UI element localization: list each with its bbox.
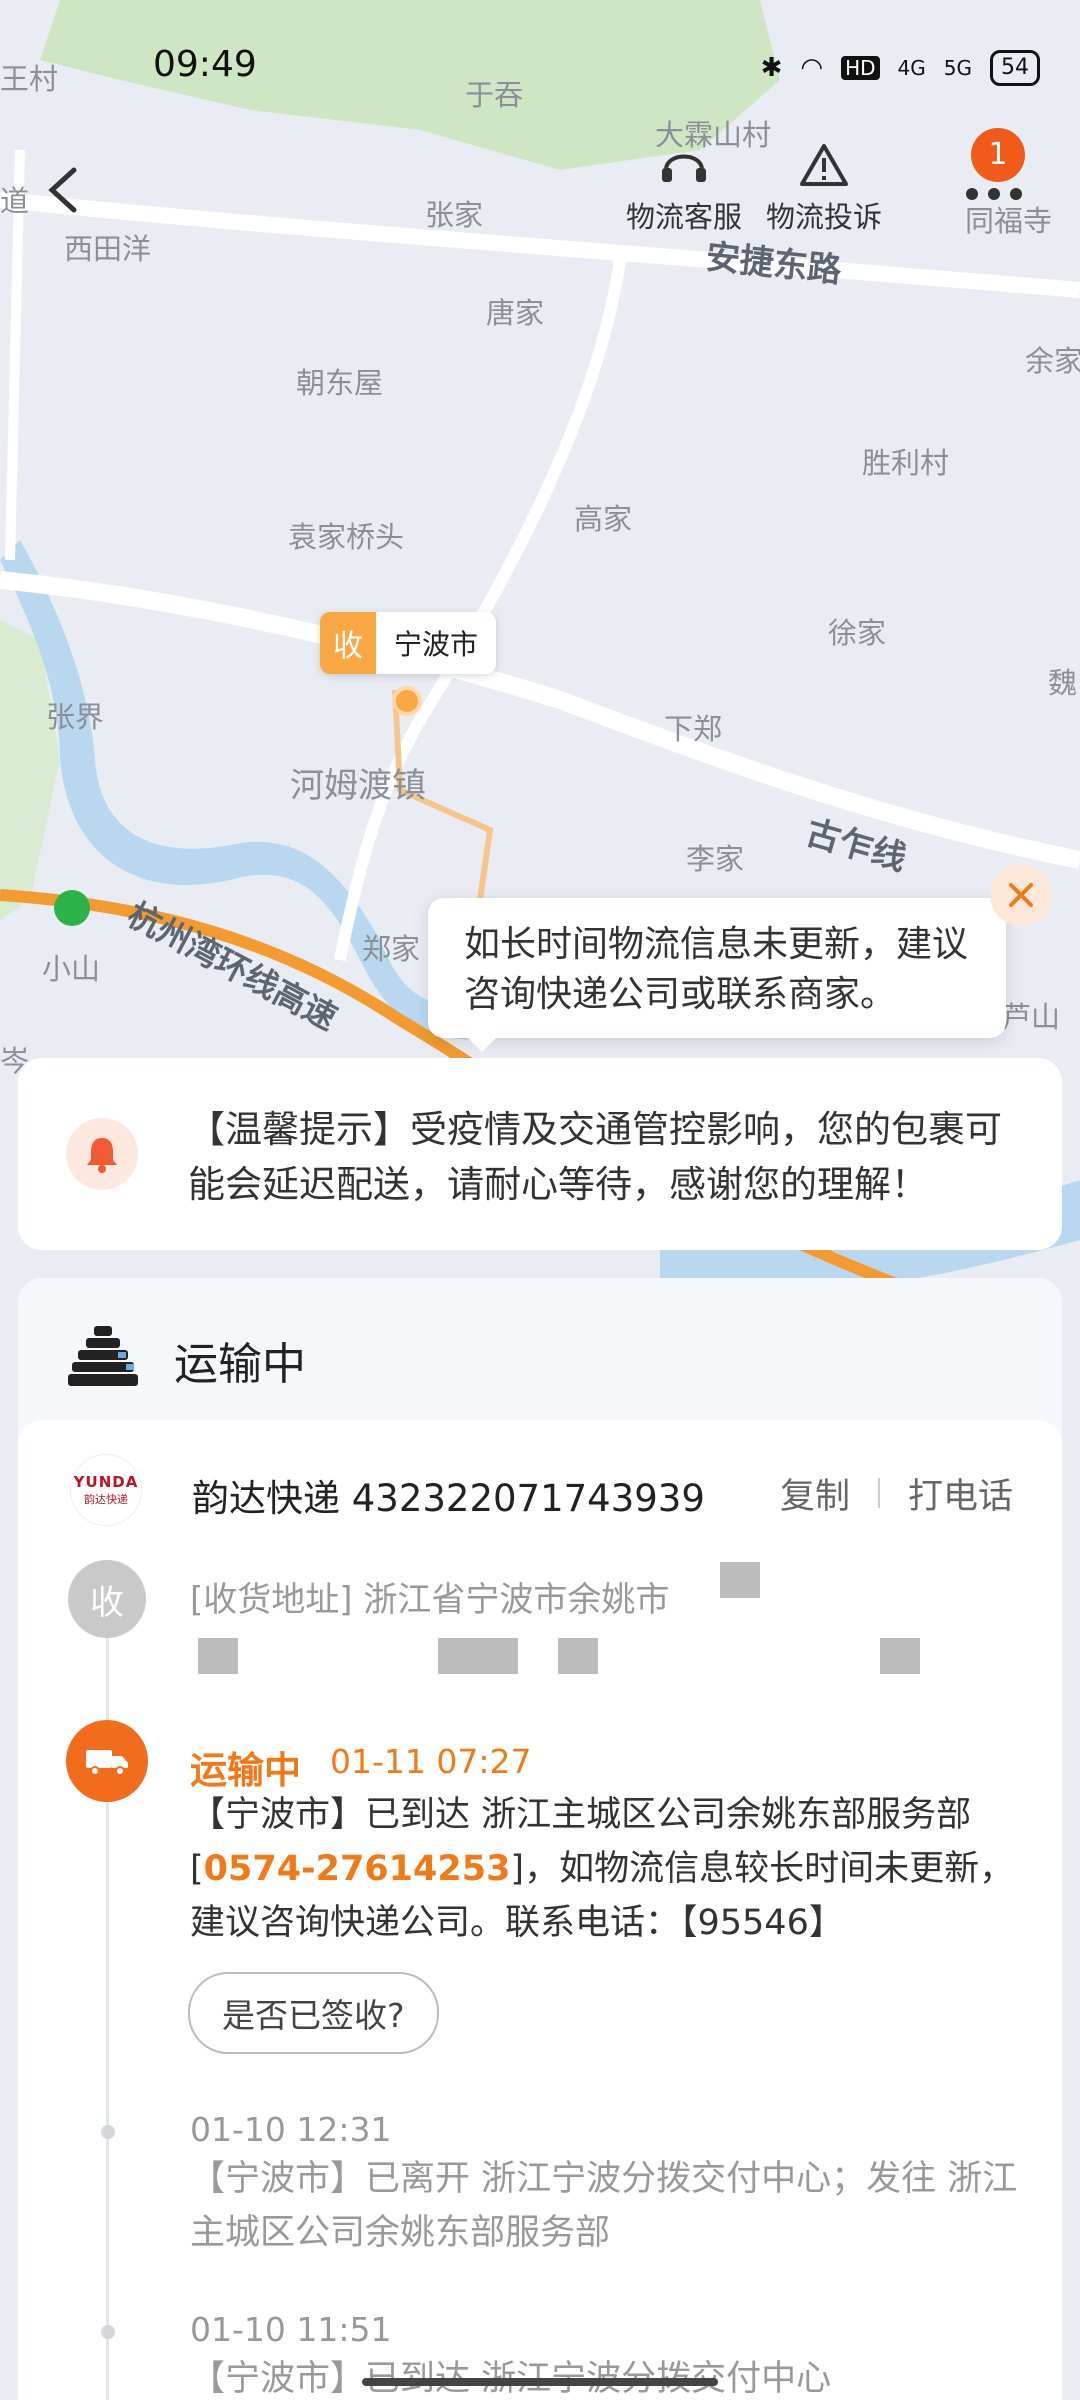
map-label: 高家 xyxy=(574,502,633,536)
map-label: 胜利村 xyxy=(862,446,950,480)
shipment-detail-card: YUNDA 韵达快递 韵达快递 432322071743939 复制 打电话 收… xyxy=(18,1420,1062,2400)
warning-icon xyxy=(800,144,848,186)
map-label: 唐家 xyxy=(486,296,545,330)
timeline-dot xyxy=(101,2325,115,2339)
receiver-city: 宁波市 xyxy=(394,628,479,661)
notice-text: 【温馨提示】受疫情及交通管控影响，您的包裹可能会延迟配送，请耐心等待，感谢您的理… xyxy=(188,1108,1002,1206)
map-label: 小山 xyxy=(42,952,101,986)
tooltip-text: 如长时间物流信息未更新，建议咨询快递公司或联系商家。 xyxy=(464,924,969,1015)
close-icon xyxy=(1009,883,1033,907)
shipment-status-title: 运输中 xyxy=(174,1339,306,1390)
redacted-block xyxy=(438,1638,518,1674)
current-event-time: 01-11 07:27 xyxy=(330,1742,532,1781)
redacted-block xyxy=(720,1562,760,1598)
current-event-status: 运输中 xyxy=(190,1749,301,1792)
call-button[interactable]: 打电话 xyxy=(908,1468,1013,1519)
copy-button[interactable]: 复制 xyxy=(780,1468,850,1519)
truck-icon xyxy=(66,1720,148,1802)
status-bar: 09:49 ✱ ◠ HD 4G 5G 54 xyxy=(0,0,1080,130)
redacted-block xyxy=(880,1638,920,1674)
tooltip-close-button[interactable] xyxy=(990,864,1052,926)
map-label: 下郑 xyxy=(664,712,723,746)
signed-confirm-button[interactable]: 是否已签收? xyxy=(188,1972,439,2054)
redacted-block xyxy=(198,1638,238,1674)
map-label: 余家 xyxy=(1025,344,1080,378)
history-desc: 【宁波市】已离开 浙江宁波分拨交付中心；发往 浙江主城区公司余姚东部服务部 xyxy=(190,2159,1018,2253)
divider xyxy=(878,1478,880,1508)
yunda-logo: YUNDA 韵达快递 xyxy=(70,1454,142,1526)
map-label: 郑家 xyxy=(362,932,421,966)
current-event-desc: 【宁波市】已到达 浙江主城区公司余姚东部服务部[0574-27614253]，如… xyxy=(190,1788,1028,1950)
receive-address-marker: 收 xyxy=(68,1560,146,1638)
home-indicator[interactable] xyxy=(362,2378,718,2386)
info-tooltip: 如长时间物流信息未更新，建议咨询快递公司或联系商家。 xyxy=(428,898,1006,1052)
logistics-complaint-button[interactable]: 物流投诉 xyxy=(766,140,882,236)
map-label: 河姆渡镇 xyxy=(290,766,426,806)
hd-icon: HD xyxy=(841,56,880,80)
logistics-service-button[interactable]: 物流客服 xyxy=(626,140,742,236)
battery-icon: 54 xyxy=(990,50,1040,86)
map-label: 徐家 xyxy=(828,616,887,650)
map-label: 芦山 xyxy=(1002,1000,1061,1034)
map-label: 朝东屋 xyxy=(296,366,384,400)
timeline-dot xyxy=(101,2125,115,2139)
carrier-tracking-number: 韵达快递 432322071743939 xyxy=(192,1477,705,1520)
redacted-block xyxy=(558,1638,598,1674)
signal-5g-icon: 5G xyxy=(943,56,972,80)
chevron-left-icon xyxy=(48,167,77,213)
package-stack-icon xyxy=(68,1326,138,1386)
map-label: 袁家桥头 xyxy=(288,520,405,554)
receiver-location-dot xyxy=(392,686,422,716)
signal-4g-icon: 4G xyxy=(897,56,926,80)
complaint-label: 物流投诉 xyxy=(766,200,883,234)
phone-link[interactable]: 0574-27614253 xyxy=(204,1849,511,1889)
receiver-tag: 收 xyxy=(320,612,376,674)
bell-icon xyxy=(66,1118,138,1190)
notification-badge: 1 xyxy=(971,128,1025,182)
receiver-marker[interactable]: 收 宁波市 xyxy=(320,612,497,674)
history-time: 01-10 12:31 xyxy=(190,2110,392,2149)
map-pin-icon xyxy=(54,890,90,926)
receive-address: [收货地址] 浙江省宁波市余姚市 xyxy=(190,1580,670,1620)
map-label: 张界 xyxy=(46,700,105,734)
history-time: 01-10 11:51 xyxy=(190,2310,392,2349)
back-button[interactable] xyxy=(36,160,96,220)
clock: 09:49 xyxy=(153,44,257,85)
map-label: 李家 xyxy=(686,842,745,876)
logo-text-bottom: 韵达快递 xyxy=(84,1493,128,1506)
bluetooth-icon: ✱ xyxy=(760,53,783,83)
service-label: 物流客服 xyxy=(626,200,743,234)
headset-icon xyxy=(662,154,706,182)
top-nav: 物流客服 物流投诉 1 xyxy=(0,128,1080,250)
history-desc: 【宁波市】已到达 浙江宁波分拨交付中心 xyxy=(190,2359,831,2399)
map-label: 魏 xyxy=(1048,666,1078,700)
notice-card: 【温馨提示】受疫情及交通管控影响，您的包裹可能会延迟配送，请耐心等待，感谢您的理… xyxy=(18,1058,1062,1250)
logo-text-top: YUNDA xyxy=(73,1473,139,1491)
wifi-icon: ◠ xyxy=(800,53,824,83)
